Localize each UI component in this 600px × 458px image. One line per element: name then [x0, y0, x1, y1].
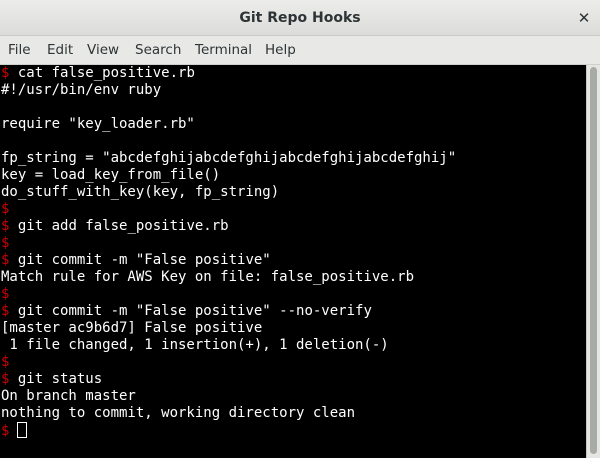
terminal-line-text: require "key_loader.rb" — [1, 116, 195, 132]
terminal-line: $ — [1, 201, 9, 218]
text-cursor — [17, 422, 28, 438]
terminal-line-text: nothing to commit, working directory cle… — [1, 405, 356, 421]
prompt-symbol: $ — [1, 286, 10, 302]
terminal-line: [master ac9b6d7] False positive — [1, 320, 262, 337]
terminal-line: $ — [1, 286, 9, 303]
terminal-line: $ git add false_positive.rb — [1, 218, 229, 235]
menu-search[interactable]: Search — [135, 36, 181, 65]
terminal-line: do_stuff_with_key(key, fp_string) — [1, 184, 279, 201]
terminal-line-text: do_stuff_with_key(key, fp_string) — [1, 184, 280, 200]
terminal-line: $ — [1, 354, 9, 371]
prompt-symbol: $ — [1, 201, 10, 217]
terminal-line-text: On branch master — [1, 388, 136, 404]
terminal-line: 1 file changed, 1 insertion(+), 1 deleti… — [1, 337, 389, 354]
terminal-line: $ cat false_positive.rb — [1, 65, 195, 82]
menu-help[interactable]: Help — [265, 36, 296, 65]
terminal-line: $ git commit -m "False positive" — [1, 252, 271, 269]
terminal-line-text: #!/usr/bin/env ruby — [1, 82, 162, 98]
terminal-line: $ — [1, 235, 9, 252]
menu-bar: File Edit View Search Terminal Help — [0, 36, 600, 65]
prompt-symbol: $ — [1, 235, 10, 251]
terminal-line: Match rule for AWS Key on file: false_po… — [1, 269, 414, 286]
terminal-line: $ — [1, 422, 28, 439]
terminal-line: nothing to commit, working directory cle… — [1, 405, 355, 422]
menu-terminal[interactable]: Terminal — [195, 36, 252, 65]
scrollbar-thumb[interactable] — [590, 67, 597, 454]
terminal-line-text: git add false_positive.rb — [9, 218, 229, 234]
vertical-scrollbar[interactable] — [586, 65, 600, 458]
terminal-line: key = load_key_from_file() — [1, 167, 220, 184]
terminal-line-text: key = load_key_from_file() — [1, 167, 221, 183]
terminal-line-text: Match rule for AWS Key on file: false_po… — [1, 269, 415, 285]
close-icon[interactable]: ✕ — [572, 6, 596, 30]
menu-file[interactable]: File — [8, 36, 31, 65]
title-bar[interactable]: Git Repo Hooks ✕ — [0, 0, 600, 36]
prompt-symbol: $ — [1, 354, 10, 370]
terminal-line-text: [master ac9b6d7] False positive — [1, 320, 263, 336]
terminal-line-text: 1 file changed, 1 insertion(+), 1 deleti… — [1, 337, 389, 353]
terminal-output[interactable]: $ cat false_positive.rb #!/usr/bin/env ru… — [0, 65, 586, 458]
terminal-line: On branch master — [1, 388, 136, 405]
terminal-line-text: git commit -m "False positive" --no-veri… — [9, 303, 372, 319]
terminal-line-text: git commit -m "False positive" — [9, 252, 271, 268]
terminal-line-text: cat false_positive.rb — [9, 65, 195, 81]
terminal-line: require "key_loader.rb" — [1, 116, 195, 133]
terminal-line: #!/usr/bin/env ruby — [1, 82, 161, 99]
terminal-line: $ git status — [1, 371, 102, 388]
terminal-line-text: fp_string = "abcdefghijabcdefghijabcdefg… — [1, 150, 457, 166]
terminal-window: Git Repo Hooks ✕ File Edit View Search T… — [0, 0, 600, 458]
menu-edit[interactable]: Edit — [47, 36, 73, 65]
prompt-symbol: $ — [1, 423, 10, 439]
menu-view[interactable]: View — [87, 36, 119, 65]
window-title: Git Repo Hooks — [239, 10, 361, 26]
terminal-line-text: git status — [9, 371, 103, 387]
terminal-line: fp_string = "abcdefghijabcdefghijabcdefg… — [1, 150, 456, 167]
terminal-line: $ git commit -m "False positive" --no-ve… — [1, 303, 372, 320]
